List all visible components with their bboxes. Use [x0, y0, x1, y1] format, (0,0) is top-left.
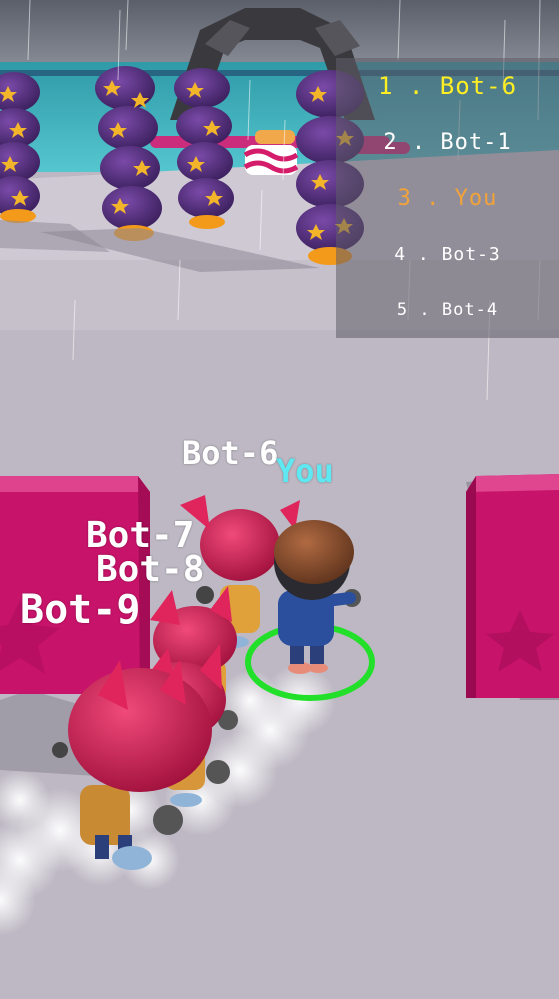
leaderboard-player-name: Bot-6	[439, 72, 518, 100]
leaderboard-row: 2 . Bot-1	[336, 114, 559, 170]
leaderboard-separator: .	[411, 185, 455, 211]
leaderboard-player-name: You	[454, 185, 498, 211]
right-wall	[466, 474, 559, 698]
leaderboard-player-name: Bot-1	[440, 129, 512, 155]
name-tag-bot-9: Bot-9	[20, 587, 141, 633]
leaderboard-rank: 3	[397, 185, 412, 211]
name-tag-bot-6: Bot-6	[182, 434, 279, 472]
leaderboard-row: 1 . Bot-6	[336, 58, 559, 114]
name-tag-bot-8: Bot-8	[96, 549, 205, 590]
leaderboard-separator: .	[406, 243, 442, 265]
leaderboard-separator: .	[408, 300, 442, 320]
leaderboard-rank: 5	[396, 300, 409, 320]
leaderboard-row: 4 . Bot-3	[336, 226, 559, 282]
leaderboard-rank: 2	[383, 129, 398, 155]
leaderboard-row: 5 . Bot-4	[336, 282, 559, 338]
leaderboard-rank: 4	[394, 243, 407, 265]
leaderboard: 1 . Bot-6 2 . Bot-1 3 . You 4 . Bot-3 5 . Bo…	[336, 58, 559, 338]
leaderboard-player-name: Bot-3	[441, 243, 501, 265]
leaderboard-separator: .	[393, 72, 440, 100]
leaderboard-player-name: Bot-4	[441, 300, 499, 320]
leaderboard-rank: 1	[377, 72, 394, 100]
leaderboard-row: 3 . You	[336, 170, 559, 226]
name-tag-you: You	[276, 452, 334, 490]
leaderboard-separator: .	[397, 129, 441, 155]
